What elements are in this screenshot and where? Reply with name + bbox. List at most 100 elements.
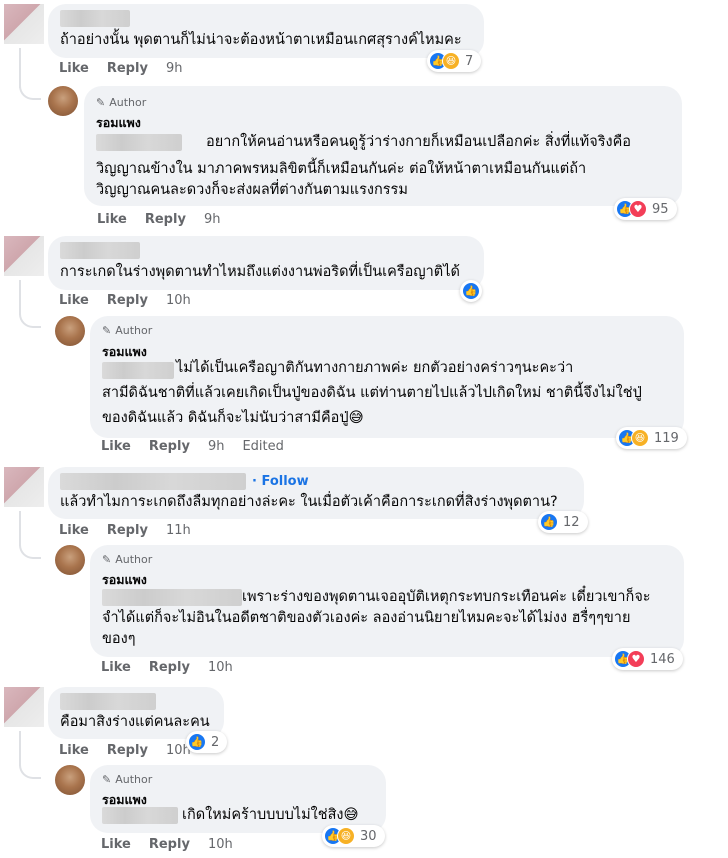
reply-bubble: ✎ Author รอมแพง ไม่ได้เป็นเครือญาติกันทา… [90, 316, 684, 438]
author-badge-label: Author [109, 96, 147, 109]
author-avatar[interactable] [55, 765, 85, 795]
reaction-count: 2 [211, 734, 220, 750]
like-button[interactable]: Like [101, 837, 131, 852]
author-avatar[interactable] [48, 86, 78, 116]
reply-text-line-2: สามีดิฉันชาติที่แล้วเคยเกิดเป็นปู่ของดิฉ… [102, 385, 642, 401]
comment-timestamp[interactable]: 10h [166, 293, 191, 308]
reply-button[interactable]: Reply [107, 61, 148, 76]
like-button[interactable]: Like [97, 212, 127, 227]
author-avatar[interactable] [55, 545, 85, 575]
commenter-name[interactable] [60, 473, 246, 490]
reply-text-line-2: จำได้แต่ก็จะไม่อินในอดีตชาติของตัวเองค่ะ… [102, 610, 631, 626]
comment-bubble: · Follow แล้วทำไมการะเกดถึงลืมทุกอย่างล่… [48, 467, 584, 519]
thread-connector [19, 757, 41, 779]
reply-button[interactable]: Reply [107, 523, 148, 538]
like-button[interactable]: Like [101, 660, 131, 675]
author-avatar[interactable] [55, 316, 85, 346]
author-name[interactable]: รอมแพง [96, 113, 141, 133]
comment-text: ถ้าอย่างนั้น พุดตานก็ไม่น่าจะต้องหน้าตาเ… [60, 32, 462, 48]
reaction-summary[interactable]: 👍 😆 30 [322, 825, 385, 847]
like-button[interactable]: Like [59, 743, 89, 758]
thread-connector [19, 306, 41, 328]
mentioned-name[interactable] [96, 134, 182, 151]
reply-button[interactable]: Reply [107, 293, 148, 308]
haha-reaction-icon: 😆 [442, 52, 460, 70]
reply-timestamp[interactable]: 10h [208, 837, 233, 852]
comment-actions: Like Reply 10h [59, 743, 191, 758]
commenter-avatar[interactable] [4, 687, 44, 727]
author-name[interactable]: รอมแพง [102, 570, 147, 590]
author-badge-label: Author [115, 773, 153, 786]
reaction-summary[interactable]: 👍 2 [186, 731, 228, 753]
author-name[interactable]: รอมแพง [102, 342, 147, 362]
reaction-count: 30 [360, 828, 377, 844]
author-badge: ✎ Author [102, 773, 152, 786]
pencil-icon: ✎ [102, 553, 112, 566]
like-button[interactable]: Like [59, 293, 89, 308]
mentioned-name[interactable] [102, 362, 174, 379]
mentioned-name[interactable] [102, 589, 242, 606]
comment-actions: Like Reply 10h [59, 293, 191, 308]
reaction-summary[interactable]: 👍 [460, 280, 482, 302]
author-badge: ✎ Author [102, 553, 152, 566]
commenter-avatar[interactable] [4, 467, 44, 507]
commenter-name[interactable] [60, 242, 140, 259]
edited-label[interactable]: Edited [242, 439, 283, 454]
reaction-count: 12 [563, 514, 580, 530]
commenter-name[interactable] [60, 10, 130, 27]
reply-text-line-1: ไม่ได้เป็นเครือญาติกันทางกายภาพค่ะ ยกตัว… [176, 360, 574, 376]
reply-button[interactable]: Reply [149, 837, 190, 852]
comment-actions: Like Reply 9h [59, 61, 182, 76]
comment-actions: Like Reply 11h [59, 523, 191, 538]
reaction-count: 7 [465, 53, 474, 69]
like-reaction-icon: 👍 [462, 282, 480, 300]
pencil-icon: ✎ [96, 96, 106, 109]
reply-timestamp[interactable]: 9h [208, 439, 225, 454]
reply-bubble: ✎ Author รอมแพง เกิดใหม่คร้าบบบบไม่ใช่สิ… [90, 765, 386, 833]
reply-actions: Like Reply 10h [101, 660, 233, 675]
author-badge-label: Author [115, 324, 153, 337]
reply-button[interactable]: Reply [145, 212, 186, 227]
commenter-avatar[interactable] [4, 236, 44, 276]
reply-button[interactable]: Reply [149, 439, 190, 454]
like-reaction-icon: 👍 [188, 733, 206, 751]
reaction-summary[interactable]: 👍 😆 7 [427, 50, 482, 72]
like-button[interactable]: Like [101, 439, 131, 454]
thread-connector [19, 537, 41, 559]
reply-actions: Like Reply 9h [97, 212, 220, 227]
comment-bubble: การะเกดในร่างพุดตานทำไหมถึงแต่งงานพ่อริด… [48, 236, 484, 290]
reaction-count: 146 [650, 651, 675, 667]
haha-reaction-icon: 😆 [631, 429, 649, 447]
comment-timestamp[interactable]: 9h [166, 61, 183, 76]
follow-link[interactable]: · Follow [252, 474, 309, 489]
follow-label[interactable]: Follow [261, 474, 308, 489]
comment-bubble: ถ้าอย่างนั้น พุดตานก็ไม่น่าจะต้องหน้าตาเ… [48, 4, 484, 58]
commenter-avatar[interactable] [4, 4, 44, 44]
reply-text-line-1: อยากให้คนอ่านหรือคนดูรู้ว่าร่างกายก็เหมื… [206, 134, 631, 150]
reply-timestamp[interactable]: 10h [208, 660, 233, 675]
commenter-name[interactable] [60, 693, 156, 710]
reaction-summary[interactable]: 👍 ♥ 95 [614, 198, 677, 220]
author-badge-label: Author [115, 553, 153, 566]
mentioned-name[interactable] [102, 807, 178, 824]
reply-text-line-3: ของๆ [102, 631, 136, 647]
reply-text-line-3: วิญญาณคนละดวงก็จะส่งผลที่ต่างกันตามแรงกร… [96, 182, 408, 198]
reply-timestamp[interactable]: 9h [204, 212, 221, 227]
reaction-summary[interactable]: 👍 ♥ 146 [612, 648, 683, 670]
comment-text: การะเกดในร่างพุดตานทำไหมถึงแต่งงานพ่อริด… [60, 264, 460, 280]
like-button[interactable]: Like [59, 61, 89, 76]
reply-button[interactable]: Reply [149, 660, 190, 675]
reply-button[interactable]: Reply [107, 743, 148, 758]
comment-text: แล้วทำไมการะเกดถึงลืมทุกอย่างล่ะคะ ในเมื… [60, 494, 558, 510]
like-button[interactable]: Like [59, 523, 89, 538]
haha-reaction-icon: 😆 [337, 827, 355, 845]
reply-bubble: ✎ Author รอมแพง เพราะร่างของพุดตานเจออุบ… [90, 545, 684, 657]
reaction-summary[interactable]: 👍 😆 119 [616, 427, 687, 449]
reply-actions: Like Reply 9h Edited [101, 439, 284, 454]
comment-timestamp[interactable]: 11h [166, 523, 191, 538]
reply-actions: Like Reply 10h [101, 837, 233, 852]
reaction-summary[interactable]: 👍 12 [538, 511, 588, 533]
pencil-icon: ✎ [102, 324, 112, 337]
author-badge: ✎ Author [102, 324, 152, 337]
reply-bubble: ✎ Author รอมแพง อยากให้คนอ่านหรือคนดูรู้… [84, 86, 682, 206]
